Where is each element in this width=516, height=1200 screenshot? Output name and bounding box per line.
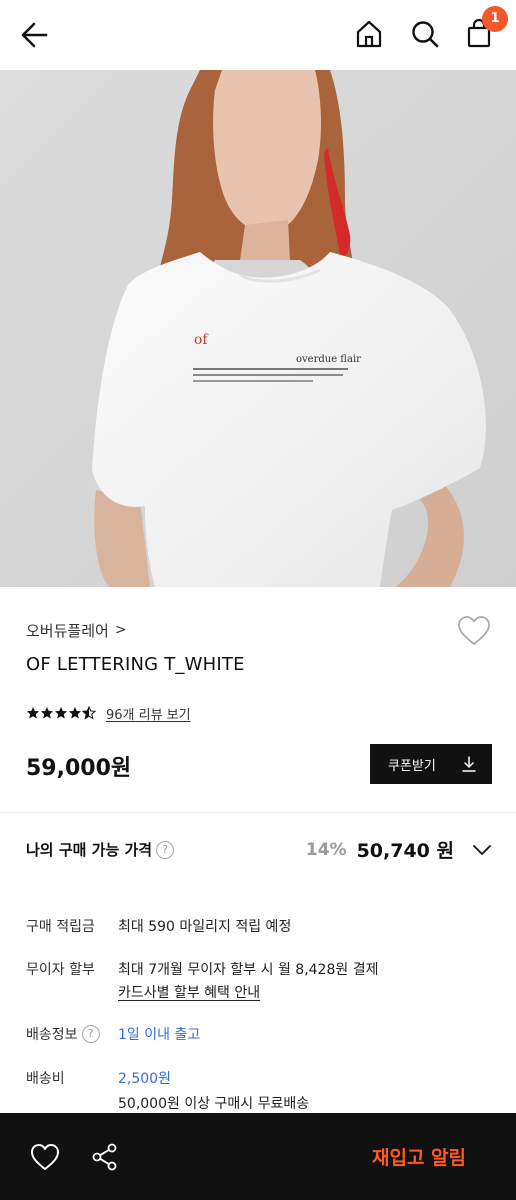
my-price-label: 나의 구매 가능 가격 ?	[26, 839, 175, 860]
rating-row: 96개 리뷰 보기	[26, 703, 191, 723]
top-app-bar: 1	[0, 0, 516, 70]
review-link[interactable]: 96개 리뷰 보기	[106, 704, 191, 723]
cart-count-badge: 1	[482, 6, 508, 32]
chevron-down-icon	[473, 844, 491, 855]
points-value: 최대 590 마일리지 적립 예정	[118, 919, 292, 935]
installment-label: 무이자 할부	[26, 962, 95, 978]
share-icon[interactable]	[90, 1142, 120, 1172]
free-shipping-note: 50,000원 이상 구매시 무료배송	[118, 1096, 310, 1112]
installment-value: 최대 7개월 무이자 할부 시 월 8,428원 결제	[118, 962, 379, 978]
product-price: 59,000원	[26, 756, 132, 781]
star-rating	[26, 706, 96, 720]
shipping-fee-value: 2,500원	[118, 1071, 171, 1087]
star-icon	[55, 707, 67, 719]
shirt-print-of: of	[194, 332, 209, 348]
model-photo: of overdue flair	[0, 70, 516, 587]
product-image[interactable]: of overdue flair	[0, 70, 516, 587]
section-divider	[0, 812, 516, 813]
help-icon[interactable]: ?	[81, 1025, 100, 1043]
shipping-info-label-text: 배송정보	[26, 1027, 78, 1043]
back-arrow-icon[interactable]	[16, 17, 54, 53]
my-price-value: 50,740 원	[356, 840, 454, 862]
heart-icon[interactable]	[29, 1142, 61, 1172]
product-name: OF LETTERING T_WHITE	[26, 654, 245, 675]
coupon-button-label: 쿠폰받기	[388, 758, 436, 774]
shipping-info-label: 배송정보 ?	[26, 1024, 100, 1044]
star-icon	[69, 707, 81, 719]
download-icon	[462, 756, 476, 772]
search-icon[interactable]	[408, 17, 442, 51]
my-price-toggle[interactable]: 14% 50,740 원	[306, 836, 492, 863]
coupon-button[interactable]: 쿠폰받기	[370, 744, 492, 784]
bottom-action-bar: 재입고 알림	[0, 1113, 516, 1200]
wishlist-heart-icon[interactable]	[456, 614, 492, 648]
shirt-print-brand: overdue flair	[296, 354, 361, 365]
brand-link[interactable]: 오버듀플레어 >	[26, 619, 127, 641]
star-icon	[41, 707, 53, 719]
home-icon[interactable]	[352, 17, 386, 51]
star-icon	[27, 707, 39, 719]
installment-benefits-link[interactable]: 카드사별 할부 혜택 안내	[118, 982, 260, 1002]
shipping-fee-label: 배송비	[26, 1071, 65, 1087]
half-star-icon	[82, 706, 96, 720]
brand-name: 오버듀플레어	[26, 621, 109, 640]
my-price-discount: 14%	[305, 839, 347, 860]
restock-alert-button[interactable]: 재입고 알림	[372, 1143, 466, 1170]
chevron-right-icon: >	[114, 622, 127, 638]
my-price-label-text: 나의 구매 가능 가격	[26, 841, 153, 859]
help-icon[interactable]: ?	[156, 840, 175, 859]
shipping-info-value: 1일 이내 출고	[118, 1027, 201, 1043]
points-label: 구매 적립금	[26, 919, 95, 935]
